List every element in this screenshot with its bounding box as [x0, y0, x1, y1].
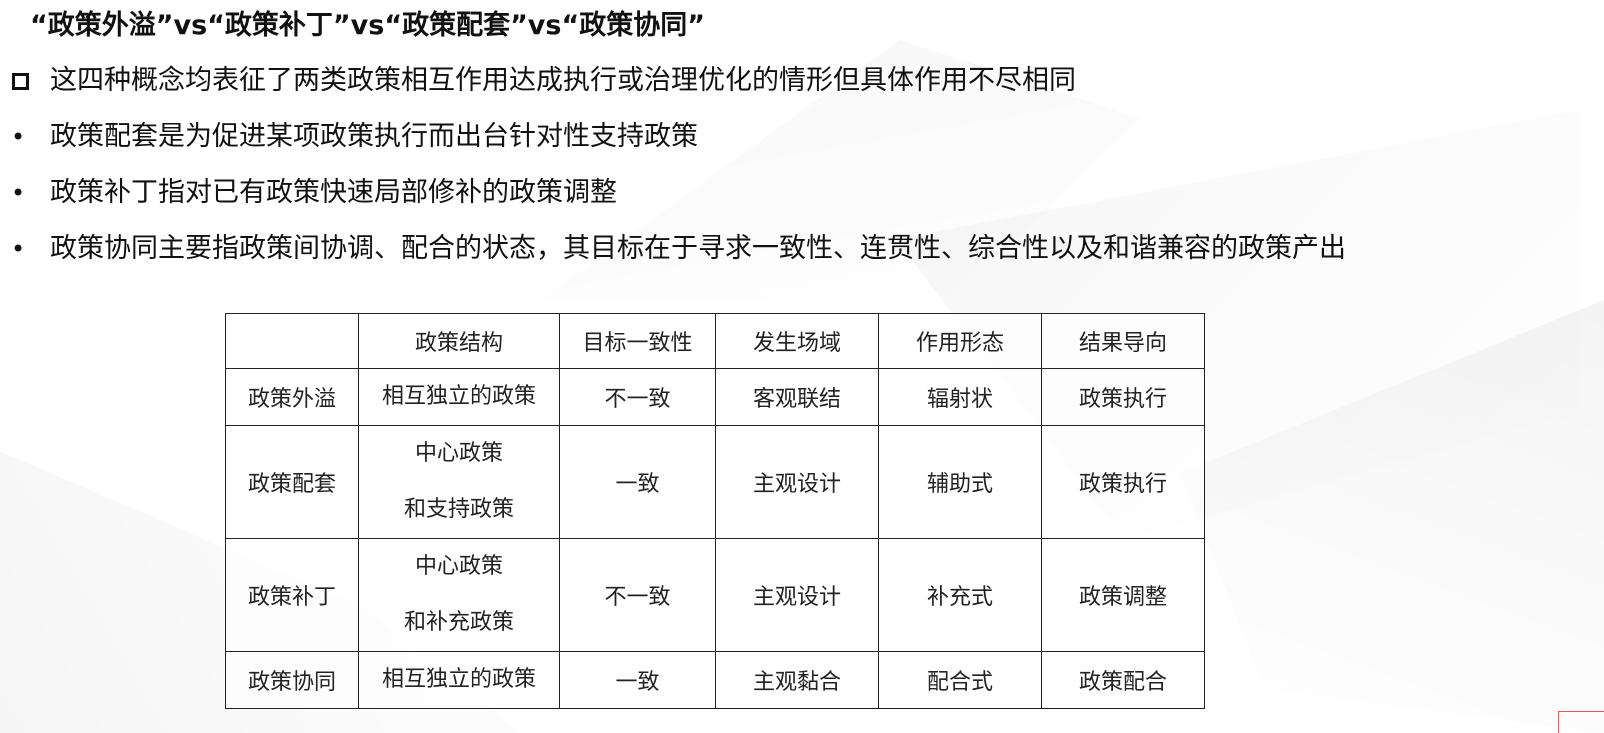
row-name-cell: 政策补丁 [225, 538, 359, 652]
consistency-cell: 一致 [559, 651, 716, 709]
field-cell: 主观黏合 [715, 651, 879, 709]
comparison-table: 政策结构 目标一致性 发生场域 作用形态 结果导向 政策外溢 相互独立的政策 不… [225, 313, 1205, 709]
dot-bullet-icon: • [11, 179, 26, 207]
background-shape [1180, 300, 1604, 733]
slide-title: “政策外溢”vs“政策补丁”vs“政策配套”vs“政策协同” [30, 10, 705, 41]
field-cell: 主观设计 [715, 538, 879, 652]
table-row: 政策配套 中心政策 和支持政策 一致 主观设计 辅助式 政策执行 [225, 425, 1205, 539]
structure-cell: 相互独立的政策 [358, 651, 560, 709]
table-header-cell: 发生场域 [715, 313, 879, 369]
structure-cell: 相互独立的政策 [358, 368, 560, 426]
table-row: 政策补丁 中心政策 和补充政策 不一致 主观设计 补充式 政策调整 [225, 538, 1205, 652]
bullet-text: 这四种概念均表征了两类政策相互作用达成执行或治理优化的情形但具体作用不尽相同 [50, 65, 1076, 96]
structure-line: 相互独立的政策 [381, 667, 536, 692]
table-header-row: 政策结构 目标一致性 发生场域 作用形态 结果导向 [225, 313, 1205, 369]
field-cell: 主观设计 [715, 425, 879, 539]
table-row: 政策外溢 相互独立的政策 不一致 客观联结 辐射状 政策执行 [225, 368, 1205, 426]
bullet-text: 政策补丁指对已有政策快速局部修补的政策调整 [50, 177, 617, 208]
consistency-cell: 一致 [559, 425, 716, 539]
structure-cell: 中心政策 和补充政策 [358, 538, 560, 652]
corner-marker [1558, 711, 1604, 733]
structure-line: 相互独立的政策 [381, 384, 536, 409]
form-cell: 辐射状 [878, 368, 1042, 426]
bullet-line-peitao: • 政策配套是为促进某项政策执行而出台针对性支持政策 [0, 118, 698, 156]
table-header-cell: 政策结构 [358, 313, 560, 369]
structure-cell: 中心政策 和支持政策 [358, 425, 560, 539]
square-bullet-icon [12, 72, 29, 90]
outcome-cell: 政策配合 [1041, 651, 1205, 709]
consistency-cell: 不一致 [559, 368, 716, 426]
table-header-cell [225, 313, 359, 369]
field-cell: 客观联结 [715, 368, 879, 426]
structure-line: 和补充政策 [403, 610, 514, 635]
table-header-cell: 作用形态 [878, 313, 1042, 369]
structure-line: 中心政策 [414, 441, 503, 466]
bullet-line-xietong: • 政策协同主要指政策间协调、配合的状态，其目标在于寻求一致性、连贯性、综合性以… [0, 230, 1346, 268]
row-name-cell: 政策配套 [225, 425, 359, 539]
table-header-cell: 结果导向 [1041, 313, 1205, 369]
consistency-cell: 不一致 [559, 538, 716, 652]
row-name-cell: 政策协同 [225, 651, 359, 709]
table-row: 政策协同 相互独立的政策 一致 主观黏合 配合式 政策配合 [225, 651, 1205, 709]
structure-line: 和支持政策 [403, 497, 514, 522]
dot-bullet-icon: • [11, 123, 26, 151]
bullet-line-overview: 这四种概念均表征了两类政策相互作用达成执行或治理优化的情形但具体作用不尽相同 [0, 62, 1076, 100]
table-header-cell: 目标一致性 [559, 313, 716, 369]
row-name-cell: 政策外溢 [225, 368, 359, 426]
outcome-cell: 政策执行 [1041, 368, 1205, 426]
form-cell: 补充式 [878, 538, 1042, 652]
outcome-cell: 政策调整 [1041, 538, 1205, 652]
form-cell: 配合式 [878, 651, 1042, 709]
bullet-line-buding: • 政策补丁指对已有政策快速局部修补的政策调整 [0, 174, 617, 212]
bullet-text: 政策配套是为促进某项政策执行而出台针对性支持政策 [50, 121, 698, 152]
structure-line: 中心政策 [414, 554, 503, 579]
outcome-cell: 政策执行 [1041, 425, 1205, 539]
bullet-text: 政策协同主要指政策间协调、配合的状态，其目标在于寻求一致性、连贯性、综合性以及和… [50, 233, 1346, 264]
dot-bullet-icon: • [11, 235, 26, 263]
form-cell: 辅助式 [878, 425, 1042, 539]
